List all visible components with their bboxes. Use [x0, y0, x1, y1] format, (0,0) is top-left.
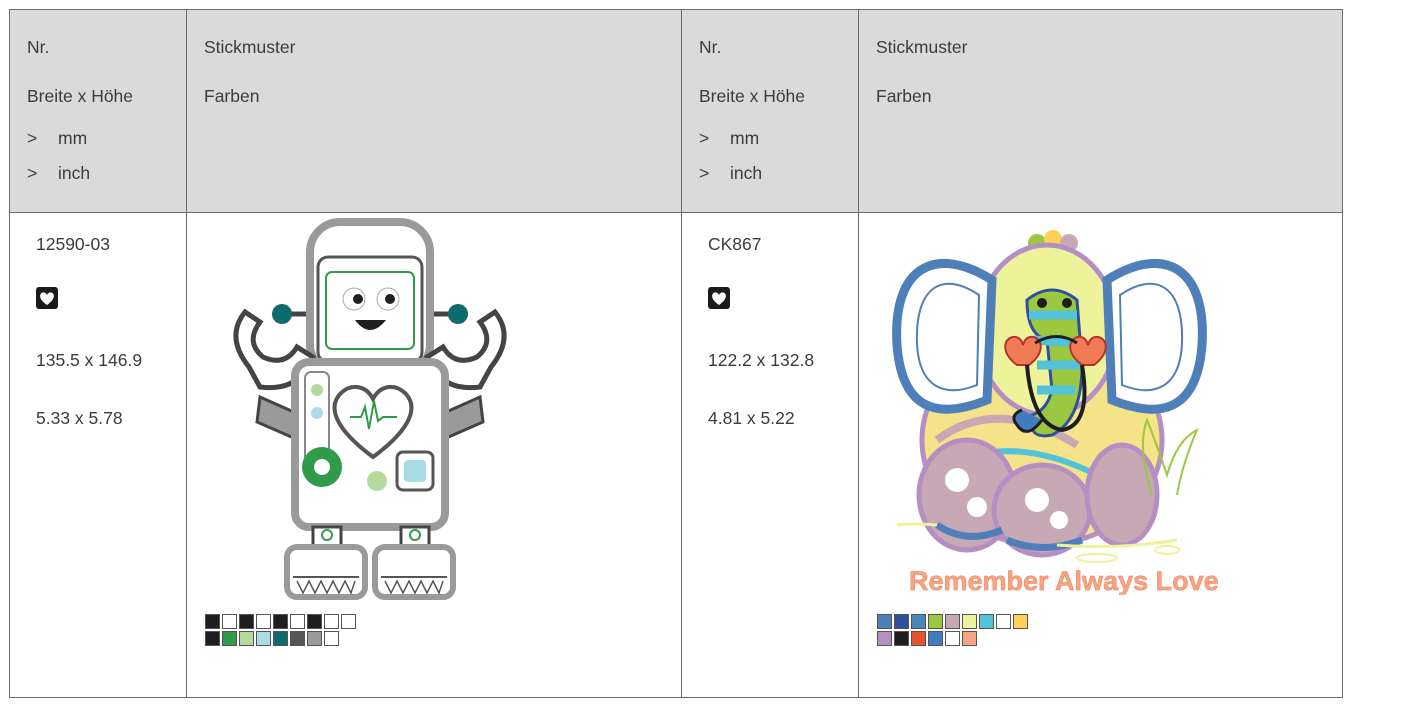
color-swatch: [341, 614, 356, 629]
color-swatch: [894, 614, 909, 629]
palette-row: [205, 614, 358, 629]
color-swatch: [945, 631, 960, 646]
color-swatch: [205, 631, 220, 646]
color-swatch: [273, 614, 288, 629]
header-nr: Nr.: [699, 37, 722, 57]
color-swatch: [877, 614, 892, 629]
bullet-marker: >: [27, 163, 38, 183]
design-caption: Remember Always Love: [909, 566, 1219, 595]
table-row: 12590-03 135.5 x 146.9 5.33 x 5.78 CK867…: [9, 212, 1343, 698]
bullet-marker: >: [699, 163, 710, 183]
design-number: CK867: [708, 234, 762, 254]
color-swatch: [324, 631, 339, 646]
color-swatch: [945, 614, 960, 629]
embroidery-table: Nr. Breite x Höhe > mm > inch Stickmuster …: [9, 9, 1343, 698]
color-swatch: [290, 631, 305, 646]
color-swatch: [962, 614, 977, 629]
palette-row: [877, 614, 1030, 629]
color-swatch: [928, 631, 943, 646]
size-mm: 135.5 x 146.9: [36, 350, 143, 370]
color-swatch: [222, 631, 237, 646]
color-palette: [205, 614, 358, 648]
header-info-right: Nr. Breite x Höhe > mm > inch: [681, 9, 859, 213]
color-swatch: [911, 631, 926, 646]
color-swatch: [877, 631, 892, 646]
header-pattern: Stickmuster: [204, 37, 296, 57]
header-pattern-right: Stickmuster Farben: [858, 9, 1343, 213]
header-pattern-left: Stickmuster Farben: [186, 9, 682, 213]
color-swatch: [307, 631, 322, 646]
size-inch: 4.81 x 5.22: [708, 408, 795, 428]
header-nr: Nr.: [27, 37, 50, 57]
color-swatch: [222, 614, 237, 629]
color-swatch: [290, 614, 305, 629]
size-inch: 5.33 x 5.78: [36, 408, 123, 428]
palette-row: [205, 631, 358, 646]
design-number: 12590-03: [36, 234, 110, 254]
header-colors: Farben: [876, 86, 932, 106]
robot-embroidery-image: [233, 218, 507, 600]
table-header-row: Nr. Breite x Höhe > mm > inch Stickmuster …: [9, 9, 1343, 213]
info-cell-right: CK867 122.2 x 132.8 4.81 x 5.22: [681, 212, 859, 698]
color-palette: [877, 614, 1030, 648]
heart-badge-icon: [708, 287, 730, 309]
bullet-marker: >: [27, 128, 38, 148]
color-swatch: [273, 631, 288, 646]
pattern-cell-left: [186, 212, 682, 698]
header-info-left: Nr. Breite x Höhe > mm > inch: [9, 9, 187, 213]
header-colors: Farben: [204, 86, 260, 106]
color-swatch: [239, 614, 254, 629]
color-swatch: [256, 631, 271, 646]
color-swatch: [979, 614, 994, 629]
color-swatch: [911, 614, 926, 629]
size-mm: 122.2 x 132.8: [708, 350, 815, 370]
color-swatch: [307, 614, 322, 629]
color-swatch: [996, 614, 1011, 629]
header-unit-mm: mm: [58, 128, 88, 148]
header-size: Breite x Höhe: [699, 86, 806, 106]
header-unit-inch: inch: [58, 163, 91, 183]
header-unit-inch: inch: [730, 163, 763, 183]
elephant-embroidery-image: Remember Always Love: [892, 230, 1219, 595]
bullet-marker: >: [699, 128, 710, 148]
color-swatch: [239, 631, 254, 646]
header-size: Breite x Höhe: [27, 86, 134, 106]
pattern-cell-right: Remember Always Love: [858, 212, 1343, 698]
palette-row: [877, 631, 1030, 646]
color-swatch: [1013, 614, 1028, 629]
header-unit-mm: mm: [730, 128, 760, 148]
color-swatch: [324, 614, 339, 629]
info-cell-left: 12590-03 135.5 x 146.9 5.33 x 5.78: [9, 212, 187, 698]
color-swatch: [205, 614, 220, 629]
color-swatch: [928, 614, 943, 629]
color-swatch: [256, 614, 271, 629]
color-swatch: [894, 631, 909, 646]
heart-badge-icon: [36, 287, 58, 309]
header-pattern: Stickmuster: [876, 37, 968, 57]
color-swatch: [962, 631, 977, 646]
